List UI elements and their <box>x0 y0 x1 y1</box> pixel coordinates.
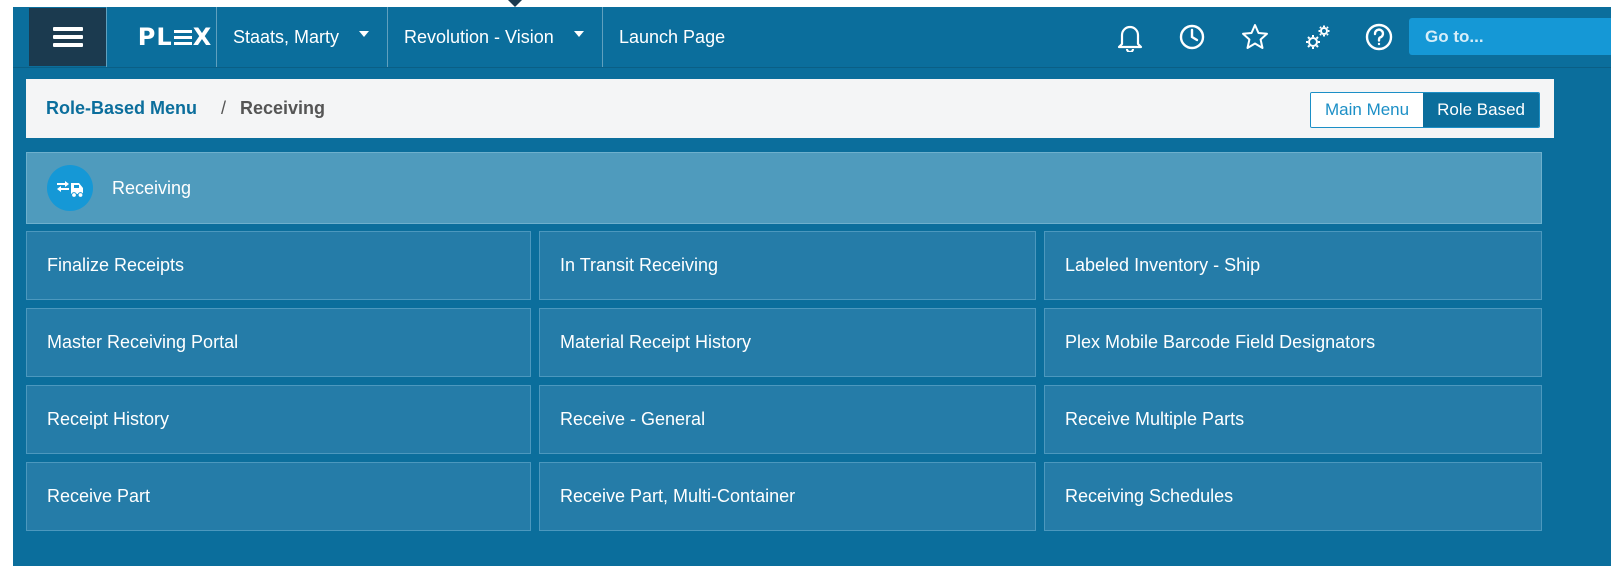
help-button[interactable] <box>1363 21 1395 53</box>
bell-icon <box>1117 25 1143 52</box>
role-based-button[interactable]: Role Based <box>1423 93 1539 127</box>
menu-mode-toggle: Main Menu Role Based <box>1310 92 1540 128</box>
menu-tile[interactable]: Receive Part, Multi-Container <box>539 462 1036 531</box>
menu-tile[interactable]: Receive - General <box>539 385 1036 454</box>
nav-divider <box>387 7 388 67</box>
logo-text-pl: PL <box>137 23 173 51</box>
top-marker <box>508 0 522 7</box>
menu-tile[interactable]: Master Receiving Portal <box>26 308 531 377</box>
settings-button[interactable] <box>1302 21 1334 53</box>
menu-tile-grid: Finalize Receipts In Transit Receiving L… <box>26 231 1542 531</box>
chevron-down-icon <box>573 31 584 37</box>
app-window: PL X Staats, Marty Revolution - Vision La… <box>13 7 1611 566</box>
hamburger-menu-button[interactable] <box>29 8 106 66</box>
logo-e-icon <box>173 27 192 48</box>
menu-tile[interactable]: Receive Part <box>26 462 531 531</box>
truck-arrows-icon <box>57 181 84 198</box>
menu-tile[interactable]: Receive Multiple Parts <box>1044 385 1542 454</box>
menu-tile[interactable]: Finalize Receipts <box>26 231 531 300</box>
top-navbar: PL X Staats, Marty Revolution - Vision La… <box>13 7 1611 68</box>
section-title: Receiving <box>112 177 192 198</box>
launch-page-link[interactable]: Launch Page <box>619 7 725 67</box>
menu-tile[interactable]: In Transit Receiving <box>539 231 1036 300</box>
hamburger-icon <box>52 23 83 51</box>
menu-tile[interactable]: Receiving Schedules <box>1044 462 1542 531</box>
menu-tile[interactable]: Receipt History <box>26 385 531 454</box>
menu-tile[interactable]: Labeled Inventory - Ship <box>1044 231 1542 300</box>
help-icon <box>1365 23 1393 51</box>
recent-button[interactable] <box>1176 21 1208 53</box>
chevron-down-icon <box>359 31 370 37</box>
nav-divider <box>216 7 217 67</box>
section-icon-badge <box>47 165 93 211</box>
user-dropdown[interactable]: Staats, Marty <box>233 7 370 67</box>
user-name: Staats, Marty <box>233 26 340 47</box>
breadcrumb: Role-Based Menu / Receiving Main Menu Ro… <box>26 79 1554 138</box>
breadcrumb-current: Receiving <box>240 98 326 118</box>
clock-icon <box>1179 24 1205 50</box>
notifications-button[interactable] <box>1114 21 1146 53</box>
logo-text-x: X <box>192 23 213 51</box>
plex-logo[interactable]: PL X <box>121 7 229 67</box>
menu-tile[interactable]: Material Receipt History <box>539 308 1036 377</box>
star-icon <box>1242 24 1268 49</box>
workspace-dropdown[interactable]: Revolution - Vision <box>404 7 584 67</box>
workspace-name: Revolution - Vision <box>404 26 554 47</box>
section-header: Receiving <box>26 152 1542 224</box>
main-menu-button[interactable]: Main Menu <box>1311 93 1424 127</box>
favorites-button[interactable] <box>1239 21 1271 53</box>
menu-tile[interactable]: Plex Mobile Barcode Field Designators <box>1044 308 1542 377</box>
nav-divider <box>106 7 107 67</box>
goto-search-input[interactable] <box>1409 18 1611 55</box>
breadcrumb-root-link[interactable]: Role-Based Menu <box>46 79 197 138</box>
nav-divider <box>602 7 603 67</box>
breadcrumb-separator: / <box>221 98 227 118</box>
gears-icon <box>1306 25 1330 49</box>
